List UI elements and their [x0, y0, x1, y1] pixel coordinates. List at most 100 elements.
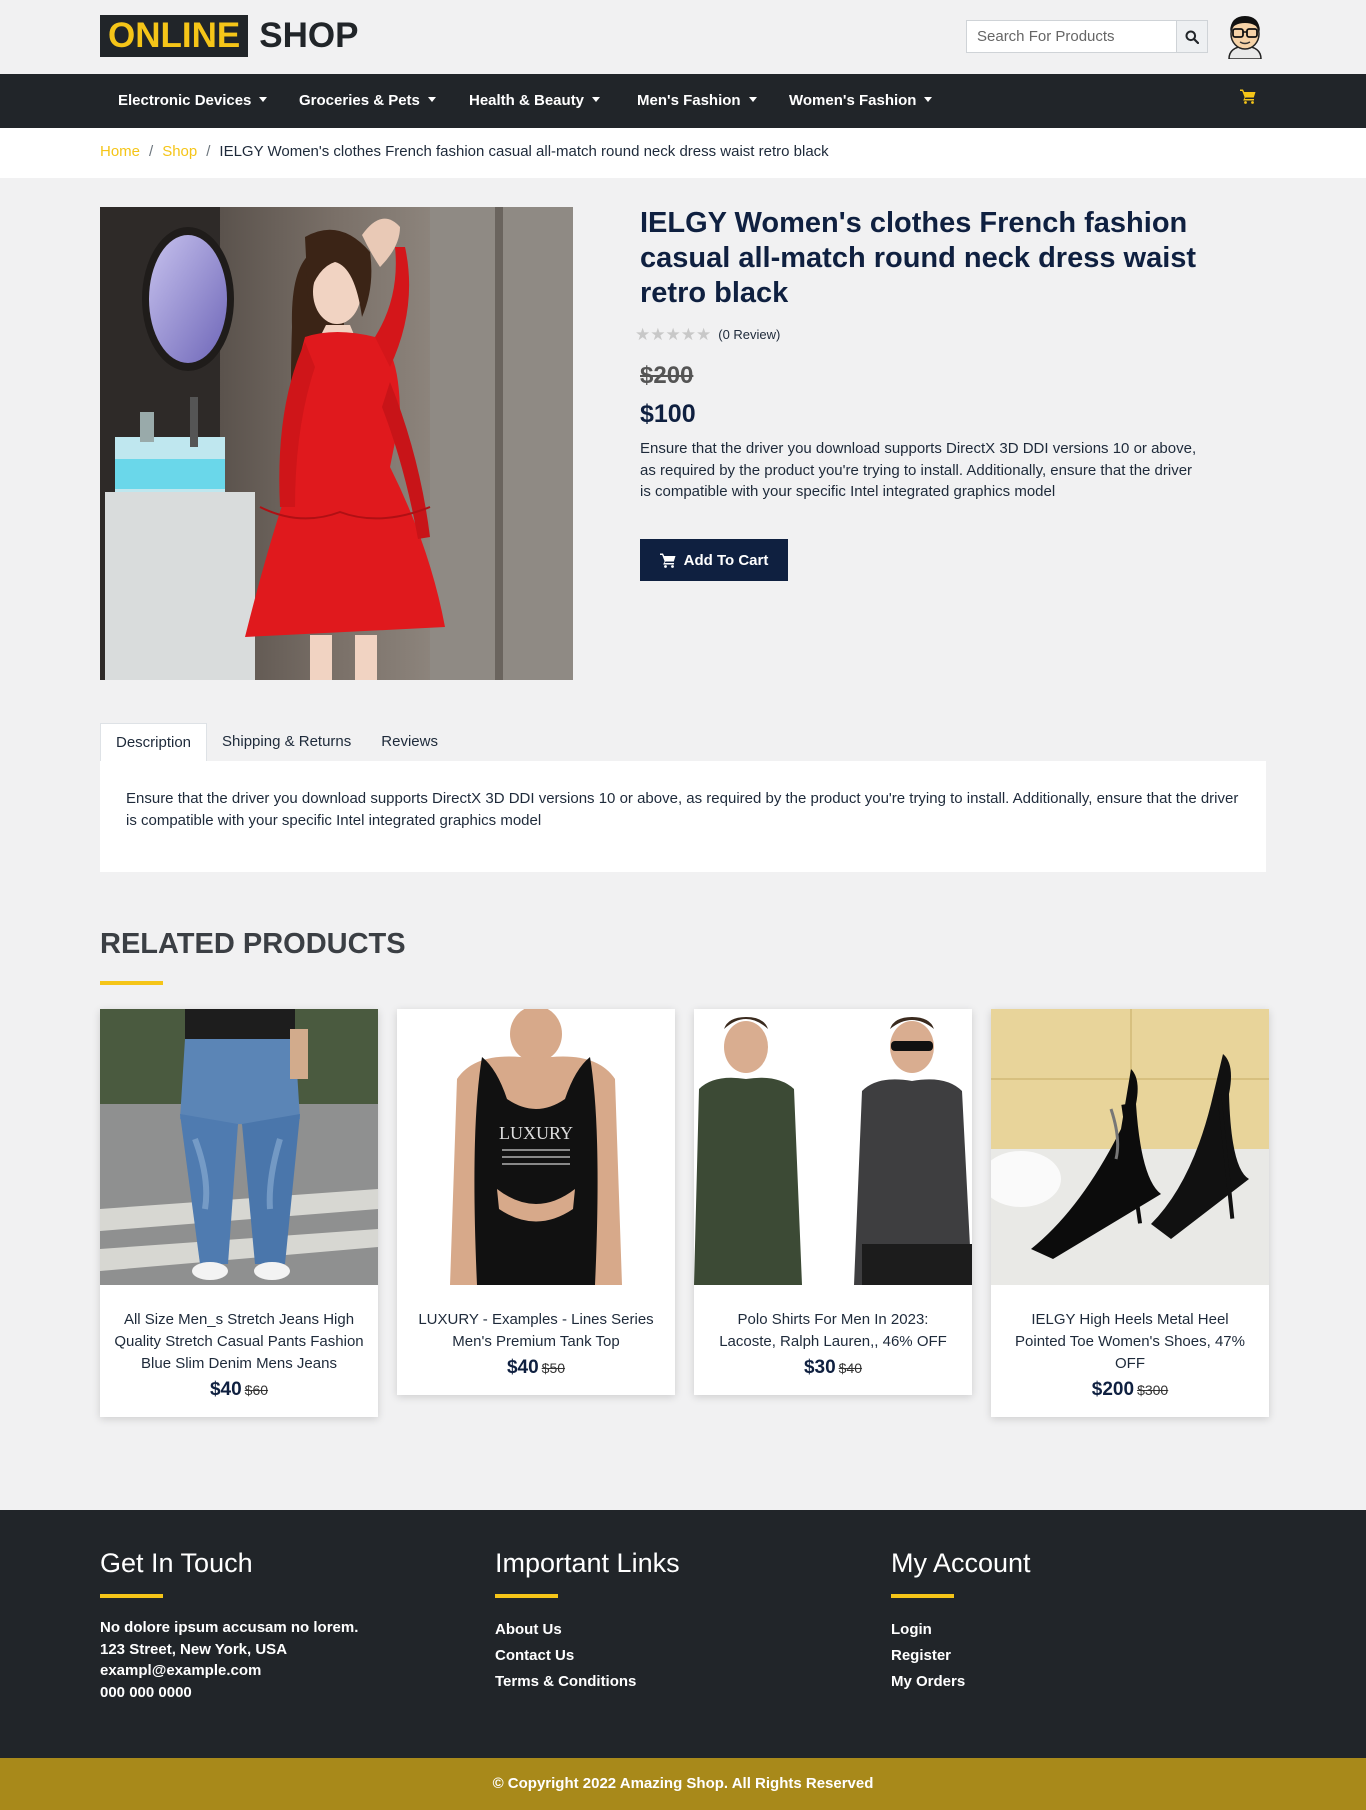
copyright-bar: © Copyright 2022 Amazing Shop. All Right… [0, 1758, 1366, 1810]
product-card-image: LUXURY [397, 1009, 675, 1285]
nav-mens-fashion[interactable]: Men's Fashion [637, 74, 757, 128]
price-old: $50 [541, 1360, 566, 1376]
product-title: IELGY Women's clothes French fashion cas… [640, 207, 1197, 309]
nav-electronic-devices[interactable]: Electronic Devices [118, 74, 268, 128]
nav-label: Groceries & Pets [299, 92, 420, 109]
product-card-name: All Size Men_s Stretch Jeans High Qualit… [114, 1311, 364, 1372]
product-rating: ★ ★ ★ ★ ★ (0 Review) [635, 326, 780, 343]
product-old-price: $200 [640, 362, 694, 389]
footer-underline [891, 1594, 954, 1598]
footer-contact: Get In Touch No dolore ipsum accusam no … [100, 1546, 358, 1703]
product-image [100, 207, 573, 680]
product-card-price: $30 $40 [708, 1357, 958, 1379]
chevron-down-icon [592, 97, 601, 102]
star-empty-icon: ★ [696, 325, 712, 344]
breadcrumb-shop[interactable]: Shop [162, 143, 197, 160]
logo-secondary-text: SHOP [259, 16, 359, 55]
breadcrumb-current: IELGY Women's clothes French fashion cas… [219, 143, 829, 160]
footer-links: Important Links About Us Contact Us Term… [495, 1546, 680, 1695]
footer-email: exampl@example.com [100, 1662, 262, 1679]
shopping-cart-icon[interactable] [1240, 88, 1256, 104]
product-card[interactable]: IELGY High Heels Metal Heel Pointed Toe … [991, 1009, 1269, 1417]
footer-link-register[interactable]: Register [891, 1643, 1031, 1669]
tab-description[interactable]: Description [100, 723, 208, 761]
breadcrumb-bar: Home / Shop / IELGY Women's clothes French f… [0, 128, 1366, 178]
product-card-image [991, 1009, 1269, 1285]
footer-underline [495, 1594, 558, 1598]
price-old: $40 [838, 1360, 863, 1376]
main-navbar: Electronic Devices Groceries & Pets Heal… [0, 74, 1366, 128]
footer-links-title: Important Links [495, 1548, 680, 1578]
logo-primary-text: ONLINE [100, 15, 249, 57]
product-card[interactable]: LUXURY LUXURY - Examples - Lines Series … [397, 1009, 675, 1395]
tab-shipping-returns[interactable]: Shipping & Returns [207, 723, 366, 761]
price-current: $40 [506, 1357, 539, 1378]
shopping-cart-icon [659, 553, 676, 568]
star-empty-icon: ★ [665, 325, 681, 344]
nav-label: Health & Beauty [469, 92, 585, 109]
site-header: ONLINE SHOP [0, 0, 1366, 74]
tab-panel-description: Ensure that the driver you download supp… [100, 761, 1266, 872]
add-to-cart-button[interactable]: Add To Cart [640, 539, 788, 581]
site-logo[interactable]: ONLINE SHOP [100, 15, 358, 57]
section-underline [100, 981, 163, 985]
search-input[interactable] [967, 21, 1176, 52]
footer-link-my-orders[interactable]: My Orders [891, 1669, 1031, 1695]
search-button[interactable] [1176, 21, 1207, 52]
user-avatar-icon[interactable] [1225, 13, 1265, 60]
tab-reviews[interactable]: Reviews [366, 723, 453, 761]
nav-label: Women's Fashion [789, 92, 917, 109]
nav-label: Men's Fashion [637, 92, 741, 109]
product-card-name: Polo Shirts For Men In 2023: Lacoste, Ra… [719, 1311, 947, 1350]
nav-label: Electronic Devices [118, 92, 252, 109]
product-card-body: IELGY High Heels Metal Heel Pointed Toe … [991, 1285, 1269, 1417]
nav-health-beauty[interactable]: Health & Beauty [469, 74, 601, 128]
footer-link-about-us[interactable]: About Us [495, 1617, 680, 1643]
product-card-body: Polo Shirts For Men In 2023: Lacoste, Ra… [694, 1285, 972, 1395]
footer-contact-title: Get In Touch [100, 1548, 253, 1578]
breadcrumb-separator: / [149, 143, 154, 160]
breadcrumb: Home / Shop / IELGY Women's clothes French f… [100, 143, 829, 160]
footer-tagline: No dolore ipsum accusam no lorem. [100, 1619, 359, 1636]
product-tabs: Description Shipping & Returns Reviews [100, 723, 453, 761]
footer-address: 123 Street, New York, USA [100, 1640, 288, 1658]
product-price: $100 [640, 400, 696, 428]
product-card-price: $200 $300 [1005, 1379, 1255, 1401]
product-card-price: $40 $60 [114, 1379, 364, 1401]
price-old: $60 [244, 1382, 269, 1398]
product-card-price: $40 $50 [411, 1357, 661, 1379]
price-current: $40 [209, 1379, 242, 1400]
chevron-down-icon [924, 97, 933, 102]
nav-womens-fashion[interactable]: Women's Fashion [789, 74, 933, 128]
star-empty-icon: ★ [635, 325, 651, 344]
star-empty-icon: ★ [680, 325, 696, 344]
footer-link-contact-us[interactable]: Contact Us [495, 1643, 680, 1669]
review-count: (0 Review) [718, 327, 781, 342]
product-card-body: All Size Men_s Stretch Jeans High Qualit… [100, 1285, 378, 1417]
product-card-name: IELGY High Heels Metal Heel Pointed Toe … [1015, 1311, 1245, 1372]
product-card[interactable]: Polo Shirts For Men In 2023: Lacoste, Ra… [694, 1009, 972, 1395]
site-footer: Get In Touch No dolore ipsum accusam no … [0, 1510, 1366, 1758]
chevron-down-icon [748, 97, 757, 102]
search-form [966, 20, 1208, 53]
product-card-name: LUXURY - Examples - Lines Series Men's P… [418, 1311, 654, 1350]
footer-account-title: My Account [891, 1548, 1031, 1578]
breadcrumb-home[interactable]: Home [100, 143, 140, 160]
chevron-down-icon [427, 97, 436, 102]
footer-underline [100, 1594, 163, 1598]
product-short-description: Ensure that the driver you download supp… [640, 440, 1197, 500]
chevron-down-icon [259, 97, 268, 102]
footer-phone: 000 000 0000 [100, 1683, 192, 1701]
search-icon [1185, 30, 1199, 44]
tank-top-print: LUXURY [499, 1123, 573, 1143]
product-card[interactable]: All Size Men_s Stretch Jeans High Qualit… [100, 1009, 378, 1417]
nav-groceries-pets[interactable]: Groceries & Pets [299, 74, 436, 128]
add-to-cart-label: Add To Cart [683, 551, 769, 569]
product-card-image [694, 1009, 972, 1285]
price-old: $300 [1137, 1382, 1169, 1398]
footer-link-terms[interactable]: Terms & Conditions [495, 1669, 680, 1695]
star-empty-icon: ★ [650, 325, 666, 344]
footer-link-login[interactable]: Login [891, 1617, 1031, 1643]
product-card-body: LUXURY - Examples - Lines Series Men's P… [397, 1285, 675, 1395]
price-current: $200 [1091, 1379, 1135, 1400]
